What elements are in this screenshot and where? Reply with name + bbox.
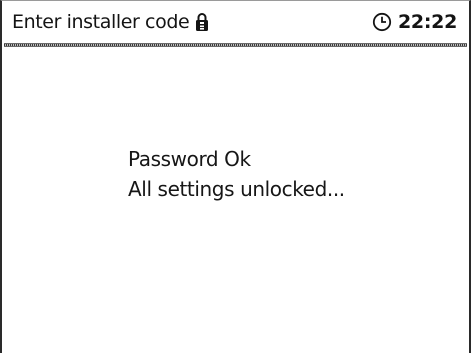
status-message: Password Ok All settings unlocked...	[128, 144, 345, 204]
device-screen: Enter installer code 22:22 Password Ok A…	[0, 0, 471, 353]
settings-unlocked-text: All settings unlocked...	[128, 177, 345, 201]
clock-time: 22:22	[398, 11, 457, 33]
password-ok-text: Password Ok	[128, 147, 251, 171]
header-divider	[4, 43, 467, 47]
header-bar: Enter installer code 22:22	[2, 1, 469, 43]
clock-icon	[372, 12, 392, 32]
lock-icon	[195, 12, 209, 32]
screen-title: Enter installer code	[12, 11, 190, 33]
